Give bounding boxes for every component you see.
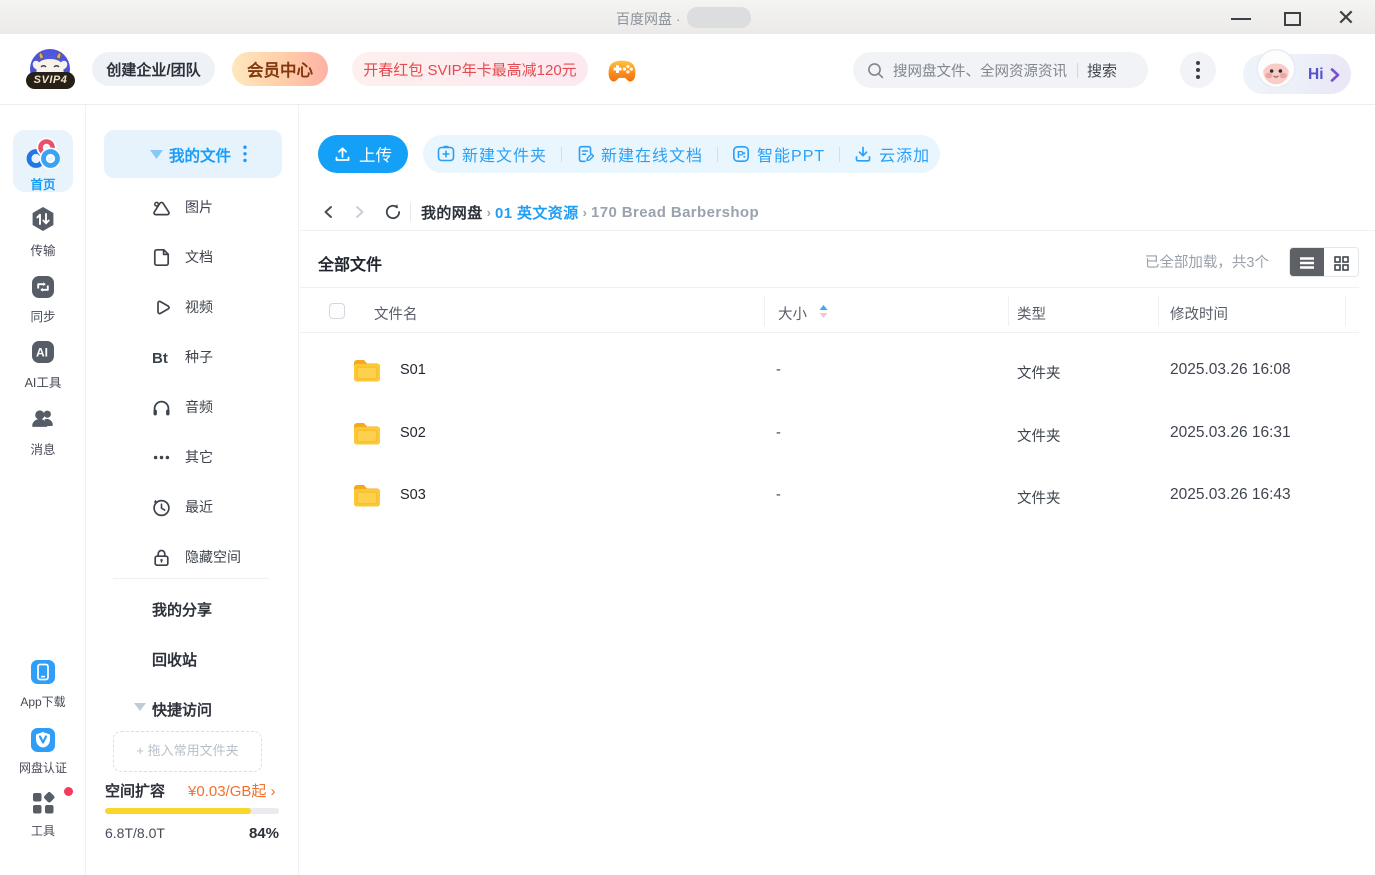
svg-text:P: P	[737, 149, 745, 161]
svg-text:AI: AI	[36, 346, 48, 360]
svg-text:Bt: Bt	[152, 350, 168, 367]
